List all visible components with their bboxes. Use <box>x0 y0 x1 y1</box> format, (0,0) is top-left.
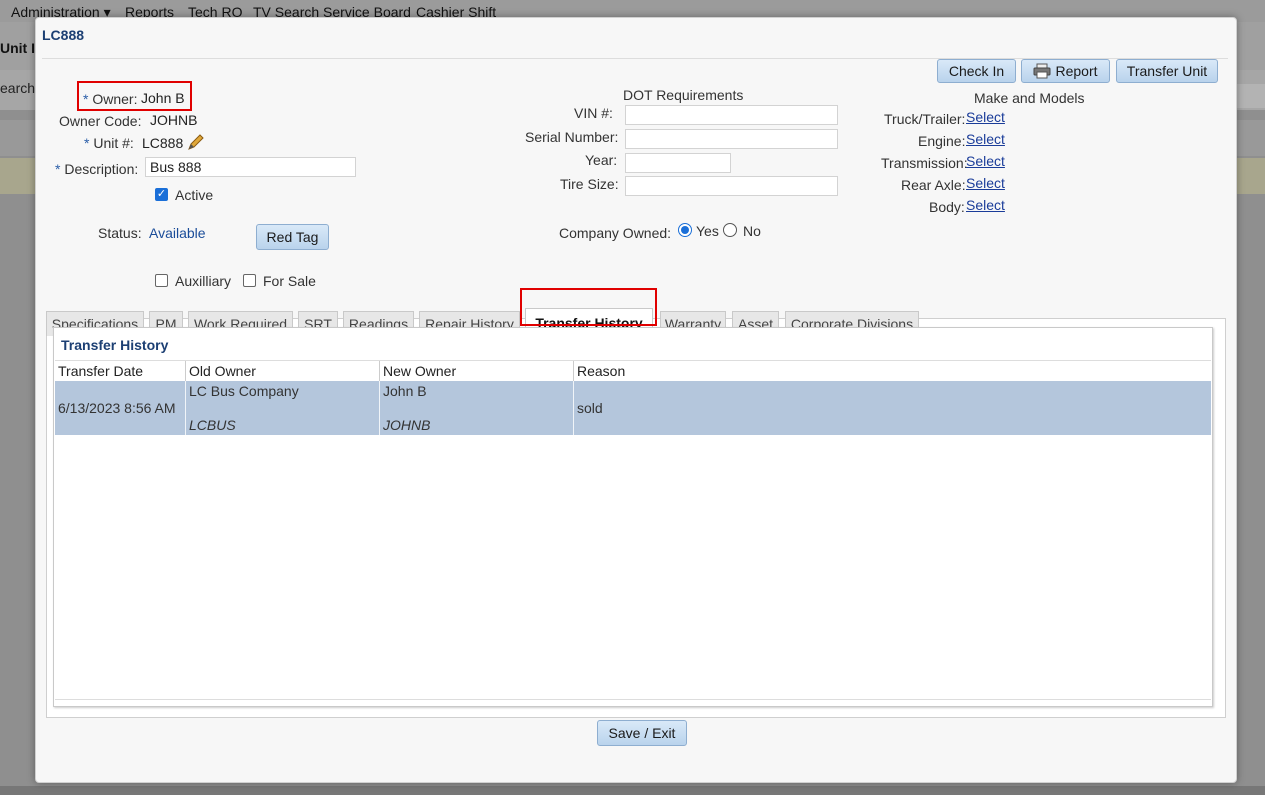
save-exit-button[interactable]: Save / Exit <box>597 720 687 746</box>
company-owned-no-radio[interactable] <box>723 223 737 237</box>
owner-code-value: JOHNB <box>150 112 198 128</box>
column-reason[interactable]: Reason <box>577 363 625 379</box>
cell-separator <box>379 381 380 435</box>
unit-number-label: * Unit #: <box>84 135 134 151</box>
auxiliary-checkbox[interactable] <box>155 274 168 287</box>
transfer-unit-button[interactable]: Transfer Unit <box>1116 59 1218 83</box>
rear-axle-select-link[interactable]: Select <box>966 175 1005 191</box>
owner-label: * Owner: <box>83 91 138 107</box>
serial-number-label: Serial Number: <box>525 129 619 145</box>
table-row[interactable]: 6/13/2023 8:56 AM LC Bus Company LCBUS J… <box>55 381 1211 435</box>
column-separator <box>185 361 186 381</box>
cell-separator <box>185 381 186 435</box>
company-owned-yes-radio[interactable] <box>678 223 692 237</box>
modal-title: LC888 <box>42 27 85 43</box>
vin-label: VIN #: <box>574 105 613 121</box>
description-label: * Description: <box>55 161 139 177</box>
company-owned-yes-label: Yes <box>696 223 719 239</box>
unit-modal: LC888 Check In Report Transfer Unit * Ow… <box>35 17 1237 783</box>
column-transfer-date[interactable]: Transfer Date <box>58 363 143 379</box>
cell-old-owner-code: LCBUS <box>189 417 236 433</box>
cell-old-owner-name: LC Bus Company <box>189 383 299 399</box>
unit-number-value: LC888 <box>142 135 184 151</box>
column-old-owner[interactable]: Old Owner <box>189 363 256 379</box>
engine-label: Engine: <box>918 133 966 149</box>
company-owned-label: Company Owned: <box>559 225 672 241</box>
owner-value[interactable]: John B <box>141 90 185 106</box>
status-value: Available <box>149 225 206 241</box>
rear-axle-label: Rear Axle: <box>901 177 966 193</box>
active-label: Active <box>175 187 214 203</box>
active-checkbox[interactable]: ✓ <box>155 188 168 201</box>
transmission-select-link[interactable]: Select <box>966 153 1005 169</box>
transmission-label: Transmission: <box>881 155 968 171</box>
serial-number-input[interactable] <box>625 129 838 149</box>
edit-pencil-icon[interactable] <box>186 132 206 152</box>
transfer-unit-label: Transfer Unit <box>1126 63 1208 79</box>
tire-size-input[interactable] <box>625 176 838 196</box>
auxiliary-label: Auxilliary <box>175 273 232 289</box>
printer-icon <box>1033 63 1051 79</box>
red-tag-label: Red Tag <box>266 229 319 245</box>
engine-select-link[interactable]: Select <box>966 131 1005 147</box>
column-separator <box>379 361 380 381</box>
for-sale-checkbox[interactable] <box>243 274 256 287</box>
status-label: Status: <box>98 225 142 241</box>
report-label: Report <box>1055 63 1098 79</box>
transfer-history-tab-highlight <box>520 288 657 326</box>
red-tag-button[interactable]: Red Tag <box>256 224 329 250</box>
cell-transfer-date: 6/13/2023 8:56 AM <box>58 400 176 416</box>
cell-reason: sold <box>577 400 603 416</box>
owner-code-label: Owner Code: <box>59 113 142 129</box>
report-button[interactable]: Report <box>1021 59 1110 83</box>
grid-footer-line <box>55 699 1211 700</box>
year-label: Year: <box>585 152 618 168</box>
background-right-control <box>1236 84 1265 108</box>
year-input[interactable] <box>625 153 731 173</box>
description-input[interactable] <box>145 157 356 177</box>
save-exit-label: Save / Exit <box>608 725 676 741</box>
background-unit-label: Unit I <box>0 40 35 56</box>
truck-trailer-label: Truck/Trailer: <box>884 111 966 127</box>
vin-input[interactable] <box>625 105 838 125</box>
dot-requirements-heading: DOT Requirements <box>623 87 744 103</box>
background-footer <box>0 786 1265 795</box>
for-sale-label: For Sale <box>263 273 316 289</box>
grid-header-row: Transfer Date Old Owner New Owner Reason <box>55 360 1211 382</box>
company-owned-no-label: No <box>743 223 761 239</box>
grid-title: Transfer History <box>61 337 169 353</box>
cell-new-owner-name: John B <box>383 383 427 399</box>
background-search-label: earch <box>0 80 36 96</box>
make-models-heading: Make and Models <box>974 90 1085 106</box>
body-select-link[interactable]: Select <box>966 197 1005 213</box>
check-in-label: Check In <box>948 63 1005 79</box>
column-separator <box>573 361 574 381</box>
column-new-owner[interactable]: New Owner <box>383 363 456 379</box>
cell-new-owner-code: JOHNB <box>383 417 431 433</box>
cell-separator <box>573 381 574 435</box>
truck-trailer-select-link[interactable]: Select <box>966 109 1005 125</box>
body-label: Body: <box>929 199 965 215</box>
check-in-button[interactable]: Check In <box>937 59 1016 83</box>
transfer-history-grid: Transfer History Transfer Date Old Owner… <box>53 327 1213 707</box>
tire-size-label: Tire Size: <box>560 176 619 192</box>
